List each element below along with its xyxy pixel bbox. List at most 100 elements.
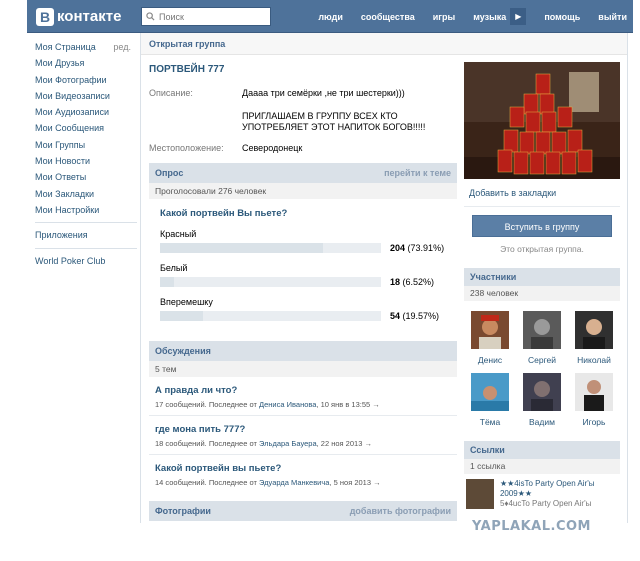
search-box[interactable] [141, 7, 271, 26]
add-to-bookmarks-link[interactable]: Добавить в закладки [469, 188, 620, 198]
member-name[interactable]: Тёма [464, 417, 516, 427]
avatar [523, 311, 561, 349]
poll-bar-fill [160, 311, 204, 321]
topic-last-author[interactable]: Дениса Иванова [259, 400, 316, 409]
member-card[interactable]: Вадим [516, 373, 568, 427]
topic-title[interactable]: Какой портвейн вы пьете? [155, 463, 457, 474]
nav-communities[interactable]: сообщества [361, 12, 415, 22]
menu-audio[interactable]: Мои Аудиозаписи [35, 104, 135, 120]
discussions-header: Обсуждения [149, 341, 457, 361]
topic-meta-prefix: 14 сообщений. Последнее от [155, 478, 257, 487]
topic-meta-prefix: 18 сообщений. Последнее от [155, 439, 257, 448]
nav-logout[interactable]: выйти [598, 12, 627, 22]
topic-date: , 5 ноя 2013 [329, 478, 372, 487]
poll-percent: (19.57%) [402, 311, 440, 321]
member-name[interactable]: Денис [464, 355, 516, 365]
member-card[interactable]: Тёма [464, 373, 516, 427]
poll-header: Опрос перейти к теме [149, 163, 457, 183]
links-header[interactable]: Ссылки [464, 441, 620, 459]
discussion-topic: где мона пить 777? 18 сообщений. Последн… [155, 424, 457, 448]
discussions-title[interactable]: Обсуждения [155, 341, 211, 361]
link-title[interactable]: ★★4isTo Party Open Air'ы 2009★★ [500, 479, 620, 499]
poll-bar [160, 243, 381, 253]
member-name[interactable]: Николай [568, 355, 620, 365]
poll-option[interactable]: Вперемешку 54 (19.57%) [160, 297, 457, 321]
menu-edit-link[interactable]: ред. [113, 39, 131, 55]
member-card[interactable]: Денис [464, 311, 516, 365]
menu-settings[interactable]: Мои Настройки [35, 202, 135, 218]
discussion-topic: А правда ли что? 17 сообщений. Последнее… [155, 385, 457, 409]
poll-count: 18 [390, 277, 401, 287]
member-name[interactable]: Сергей [516, 355, 568, 365]
search-icon [146, 12, 155, 21]
arrow-right-icon[interactable]: → [373, 478, 381, 487]
menu-app-poker[interactable]: World Poker Club [35, 253, 135, 269]
content-border-right [627, 33, 628, 523]
arrow-right-icon[interactable]: → [364, 439, 372, 448]
logo-letter: В [36, 7, 54, 26]
description-line: ПРИГЛАШАЕМ В ГРУППУ ВСЕХ КТО УПОТРЕБЛЯЕТ… [242, 110, 426, 133]
join-group-button[interactable]: Вступить в группу [472, 215, 612, 237]
nav-people[interactable]: люди [318, 12, 343, 22]
member-card[interactable]: Игорь [568, 373, 620, 427]
poll-option-label: Красный [160, 229, 197, 239]
member-card[interactable]: Сергей [516, 311, 568, 365]
menu-groups[interactable]: Мои Группы [35, 137, 135, 153]
menu-my-page[interactable]: Моя Страница ред. [35, 39, 135, 55]
poll-voted-count: Проголосовали 276 человек [149, 183, 457, 199]
topic-last-author[interactable]: Эльдара Бауера [259, 439, 317, 448]
menu-photos[interactable]: Мои Фотографии [35, 72, 135, 88]
description-row: Описание: Даааа три семёрки ,не три шест… [149, 88, 457, 134]
nav-games[interactable]: игры [433, 12, 455, 22]
topic-meta: 14 сообщений. Последнее от Эдуарда Манке… [155, 478, 457, 487]
search-input[interactable] [159, 11, 259, 22]
avatar [523, 373, 561, 411]
menu-videos[interactable]: Мои Видеозаписи [35, 88, 135, 104]
poll-bar [160, 311, 381, 321]
topic-last-author[interactable]: Эдуарда Манкевича [259, 478, 329, 487]
member-card[interactable]: Николай [568, 311, 620, 365]
menu-news[interactable]: Мои Новости [35, 153, 135, 169]
topic-title[interactable]: где мона пить 777? [155, 424, 457, 435]
topic-date: , 10 янв в 13:55 [316, 400, 371, 409]
arrow-right-icon[interactable]: → [372, 400, 380, 409]
avatar [471, 373, 509, 411]
poll-option-result: 204 (73.91%) [390, 243, 444, 253]
description-text: Даааа три семёрки ,не три шестерки))) ПР… [242, 88, 452, 134]
poll-option-label: Белый [160, 263, 188, 273]
poll-percent: (73.91%) [407, 243, 445, 253]
poll-title: Опрос [155, 168, 184, 178]
menu-messages[interactable]: Мои Сообщения [35, 120, 135, 136]
poll-count: 54 [390, 311, 401, 321]
menu-bookmarks[interactable]: Мои Закладки [35, 186, 135, 202]
location-label: Местоположение: [149, 142, 224, 153]
discussion-topic: Какой портвейн вы пьете? 14 сообщений. П… [155, 463, 457, 487]
poll-option[interactable]: Красный 204 (73.91%) [160, 229, 457, 253]
group-side-column: Добавить в закладки Вступить в группу Эт… [464, 62, 620, 509]
nav-music[interactable]: музыка [473, 12, 506, 22]
poll-go-to-topic-link[interactable]: перейти к теме [384, 163, 451, 183]
menu-answers[interactable]: Мои Ответы [35, 169, 135, 185]
add-photos-link[interactable]: добавить фотографии [350, 501, 451, 521]
avatar [575, 373, 613, 411]
nav-help[interactable]: помощь [544, 12, 580, 22]
members-header[interactable]: Участники [464, 268, 620, 286]
site-watermark: YAPLAKAL.COM [472, 519, 591, 534]
photos-title[interactable]: Фотографии [155, 501, 211, 521]
menu-friends[interactable]: Мои Друзья [35, 55, 135, 71]
members-grid: Денис Сергей Николай Тёма Вадим Игорь [464, 311, 620, 427]
group-avatar-photo[interactable] [464, 62, 620, 179]
members-count: 238 человек [464, 286, 620, 301]
poll-option[interactable]: Белый 18 (6.52%) [160, 263, 457, 287]
member-name[interactable]: Игорь [568, 417, 620, 427]
vk-logo[interactable]: В контакте [36, 7, 121, 26]
group-main-column: ПОРТВЕЙН 777 Описание: Даааа три семёрки… [149, 56, 457, 521]
topic-title[interactable]: А правда ли что? [155, 385, 457, 396]
topic-meta-prefix: 17 сообщений. Последнее от [155, 400, 257, 409]
poll-bar [160, 277, 381, 287]
play-icon[interactable]: ▶ [510, 8, 527, 25]
menu-apps[interactable]: Приложения [35, 227, 135, 243]
link-entry[interactable]: ★★4isTo Party Open Air'ы 2009★★ 5♦4ucTo … [464, 479, 620, 509]
member-name[interactable]: Вадим [516, 417, 568, 427]
links-count: 1 ссылка [464, 459, 620, 474]
